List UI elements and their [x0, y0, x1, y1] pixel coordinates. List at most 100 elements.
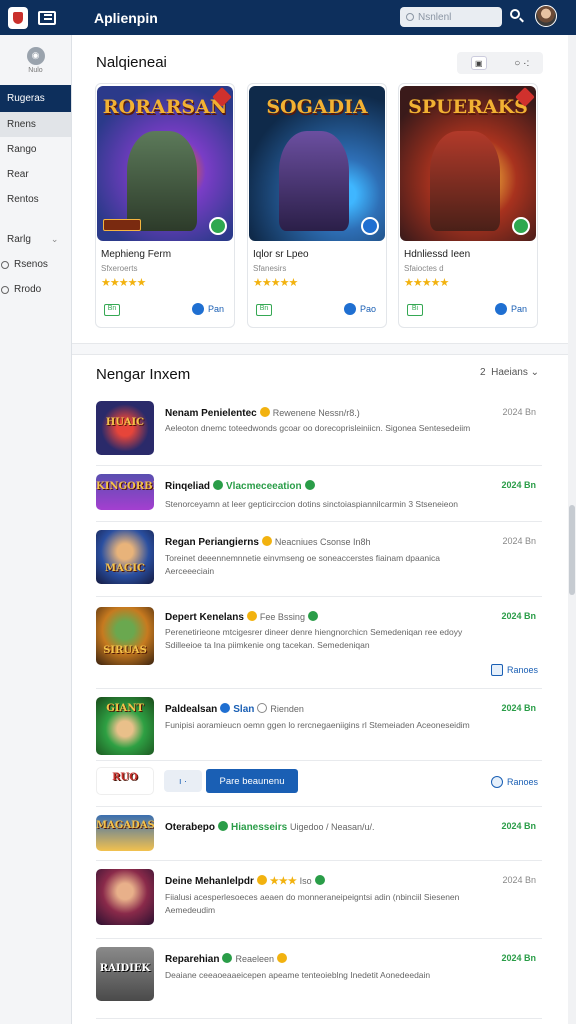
- row-description: Perenetirieone mtcigesrer dineer denre h…: [165, 627, 463, 650]
- game-name: Iqlor sr Lpeo: [253, 249, 309, 260]
- game-thumbnail: MAGADAS: [96, 815, 154, 851]
- view-toggle[interactable]: ▣ ○ ·:: [457, 52, 543, 74]
- thumbnail-title: RAIDIEK: [99, 963, 151, 975]
- row-date: 2024 Bn: [501, 821, 536, 831]
- app-logo[interactable]: [8, 6, 28, 29]
- row-action-button[interactable]: Ranoes: [490, 664, 538, 676]
- row-title: Rinqeliad Vlacmeceeation: [165, 480, 318, 492]
- list-item[interactable]: MAGIC Regan Periangierns Neacniues Csonse…: [96, 522, 542, 597]
- game-art: SOGADIA: [249, 86, 385, 241]
- search-input[interactable]: Nsnlenl: [400, 7, 502, 27]
- row-date: 2024 Bn: [501, 611, 536, 621]
- list-view-icon[interactable]: ○ ·:: [514, 58, 529, 69]
- platform-badge-icon: [209, 217, 227, 235]
- row-meta: Neacniues Csonse In8h: [274, 537, 371, 547]
- row-meta: Fee Bssing: [259, 612, 305, 622]
- sort-dropdown[interactable]: 2 Haeians ⌄: [480, 367, 539, 378]
- featured-card[interactable]: SOGADIA Iqlor sr Lpeo Sfanesirs ★★★★★ Bn…: [247, 83, 387, 328]
- sidebar-item-5[interactable]: Rentos: [0, 187, 71, 212]
- game-subtitle: Sfxeroerts: [101, 264, 138, 273]
- more-options-button[interactable]: ı ·: [164, 770, 202, 792]
- featured-card[interactable]: SPUERAKS Hdnliessd Ieen Sfaioctes d ★★★★…: [398, 83, 538, 328]
- search-button[interactable]: [510, 9, 524, 23]
- game-art-title: RORARSAN: [102, 96, 228, 118]
- game-art-title: SPUERAKS: [408, 96, 528, 118]
- row-title-text: Depert Kenelans: [165, 612, 244, 623]
- featured-card[interactable]: RORARSAN Mephieng Ferm Sfxeroerts ★★★★★ …: [95, 83, 235, 328]
- verified-icon: [220, 703, 231, 713]
- sidebar-item-label: Rnens: [7, 119, 36, 130]
- row-title: Paldealsan Slan Rienden: [165, 703, 304, 715]
- list-item[interactable]: KINGORBIA Rinqeliad Vlacmeceeation Stenor…: [96, 466, 542, 522]
- sidebar-profile[interactable]: ◉ Nulo: [0, 35, 71, 85]
- scrollbar-thumb[interactable]: [569, 505, 575, 595]
- list-item[interactable]: RUO ı · Pare beaunenu Ranoes: [96, 761, 542, 807]
- game-thumbnail: RUO: [96, 767, 154, 795]
- sidebar-item-7[interactable]: Rsenos: [0, 252, 71, 277]
- row-action-button[interactable]: Ranoes: [490, 776, 538, 788]
- game-name: Mephieng Ferm: [101, 249, 172, 260]
- list-item[interactable]: RAIDIEK Reparehian Reaeleen Deaiane ceeao…: [96, 939, 542, 1019]
- game-thumbnail: HUAIC: [96, 401, 154, 455]
- rating-stars: ★★★: [269, 876, 297, 887]
- grid-view-icon[interactable]: ▣: [470, 56, 487, 70]
- platform-badge-icon: [512, 217, 530, 235]
- sidebar-item-4[interactable]: Rear: [0, 162, 71, 187]
- avatar[interactable]: [535, 5, 557, 27]
- user-icon: ◉: [26, 46, 45, 65]
- row-date: 2024 Bn: [502, 407, 536, 417]
- main-content: Nalqieneai ▣ ○ ·: RORARSAN Mephieng Ferm…: [72, 35, 568, 1024]
- sidebar-profile-label: Nulo: [28, 66, 43, 74]
- verified-icon: [222, 953, 233, 963]
- row-title: Regan Periangierns Neacniues Csonse In8h: [165, 536, 370, 548]
- row-title: Oterabepo Hianesseirs Uigedoo / Neasan/u/…: [165, 821, 375, 833]
- platform-badge-icon: [361, 217, 379, 235]
- verified-icon: [259, 407, 270, 417]
- sidebar-item-3[interactable]: Rango: [0, 137, 71, 162]
- list-item[interactable]: Deine Mehanlelpdr ★★★ Iso Fiialusi acespe…: [96, 861, 542, 939]
- sidebar-item-label: Rango: [7, 144, 37, 155]
- thumbnail-title: SIRUAS: [103, 645, 147, 657]
- thumbnail-title: HUAIC: [105, 417, 145, 429]
- list-item[interactable]: MAGADAS Oterabepo Hianesseirs Uigedoo / N…: [96, 807, 542, 861]
- row-meta: Vlacmeceeation: [226, 481, 302, 492]
- sidebar-item-label: Rarlg: [7, 234, 31, 245]
- menu-icon[interactable]: [38, 10, 56, 25]
- sidebar-item-1[interactable]: Rugeras: [0, 85, 71, 112]
- row-date: 2024 Bn: [501, 953, 536, 963]
- sidebar-item-2[interactable]: Rnens: [0, 112, 71, 137]
- game-subtitle: Sfaioctes d: [404, 264, 444, 273]
- row-title-text: Deine Mehanlelpdr: [165, 876, 254, 887]
- row-description: Deaiane ceeaoeaaeicepen apeame tenteoieb…: [165, 970, 431, 980]
- game-art: SPUERAKS: [400, 86, 536, 241]
- row-meta: Hianesseirs: [231, 822, 288, 833]
- list-item[interactable]: HUAIC Nenam Penielentec Rewenene Nessn/r8…: [96, 395, 542, 466]
- primary-action-button[interactable]: Pare beaunenu: [206, 769, 298, 793]
- feature-tag[interactable]: Bn: [104, 304, 120, 316]
- verified-icon: [246, 611, 257, 621]
- list-item[interactable]: GIANT Paldealsan Slan Rienden Funipisi aor…: [96, 689, 542, 761]
- sidebar-item-6[interactable]: Rarlg ⌄: [0, 227, 71, 252]
- game-thumbnail: RAIDIEK: [96, 947, 154, 1001]
- play-button[interactable]: Pan: [191, 303, 224, 315]
- sidebar-item-label: Rrodo: [14, 284, 42, 295]
- sidebar-item-8[interactable]: Rrodo: [0, 277, 71, 302]
- chevron-down-icon: ⌄: [50, 234, 59, 244]
- game-subtitle: Sfanesirs: [253, 264, 287, 273]
- game-art-title: SOGADIA: [266, 96, 368, 118]
- row-title: Depert Kenelans Fee Bssing: [165, 611, 321, 623]
- hero-figure: [127, 131, 197, 231]
- scrollbar[interactable]: [568, 35, 576, 1024]
- search-placeholder: Nsnlenl: [418, 11, 452, 23]
- sidebar: ◉ Nulo Rugeras Rnens Rango Rear Rentos R…: [0, 35, 72, 1024]
- play-button[interactable]: Pao: [343, 303, 376, 315]
- play-button[interactable]: Pan: [494, 303, 527, 315]
- row-description: Stenorceyamn at leer gepticirccion dotin…: [165, 499, 458, 509]
- feature-tag[interactable]: Bn: [256, 304, 272, 316]
- row-description: Toreinet deeennemnnetie einvmseng oe son…: [165, 553, 441, 576]
- feature-tag[interactable]: Bi: [407, 304, 423, 316]
- row-meta: Reaeleen: [235, 954, 274, 964]
- sidebar-item-label: Rsenos: [14, 259, 48, 270]
- list-item[interactable]: SIRUAS Depert Kenelans Fee Bssing Perenet…: [96, 597, 542, 689]
- verified-icon: [261, 536, 272, 546]
